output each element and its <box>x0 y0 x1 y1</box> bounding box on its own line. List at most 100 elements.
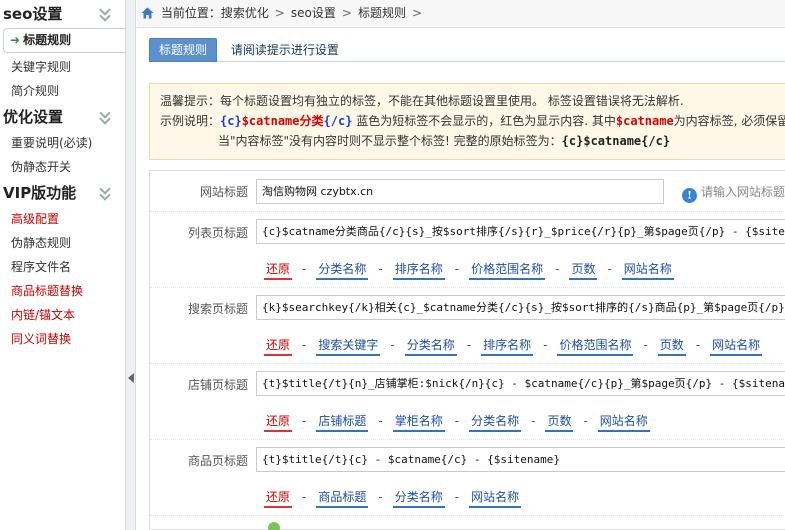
notice-tag-content: $catname分类 <box>241 114 324 128</box>
site-title-label: 网站标题 <box>199 185 248 199</box>
breadcrumb-separator: > <box>274 6 285 20</box>
search-restore-link[interactable]: 还原 <box>264 338 293 356</box>
list-title-label: 列表页标题 <box>187 226 248 240</box>
item-title-label: 商品页标题 <box>187 454 248 468</box>
sidebar-item-rewrite-switch[interactable]: 伪静态开关 <box>0 155 125 179</box>
item-tag-site-name[interactable]: 网站名称 <box>469 490 522 508</box>
sidebar-item-synonym-replace[interactable]: 同义词替换 <box>0 327 125 351</box>
list-tag-sort-name[interactable]: 排序名称 <box>392 262 445 280</box>
shop-title-label: 店铺页标题 <box>187 378 248 392</box>
shop-tag-shop-title[interactable]: 店铺标题 <box>316 414 369 432</box>
shop-tag-site-name[interactable]: 网站名称 <box>597 414 650 432</box>
list-title-tag-links: 还原 - 分类名称 - 排序名称 - 价格范围名称 - 页数 - 网站名称 <box>264 262 674 280</box>
shop-tag-page[interactable]: 页数 <box>545 414 574 432</box>
shop-tag-category-name[interactable]: 分类名称 <box>469 414 522 432</box>
sidebar-splitter[interactable] <box>126 0 136 530</box>
site-title-hint-text: 请输入网站标题 <box>701 185 785 199</box>
search-tag-page[interactable]: 页数 <box>657 338 686 356</box>
bottom-row-partial <box>268 522 418 530</box>
sidebar-section-title: 优化设置 <box>3 108 64 126</box>
search-title-label: 搜索页标题 <box>187 302 248 316</box>
title-rules-form: 网站标题 淘信购物网 czybtx.cn ! 请输入网站标题 列表页标题 {c}$… <box>149 170 785 530</box>
row-item-title: 商品页标题 {t}$title{/t}{c} - $catname{/c} - … <box>150 439 785 515</box>
breadcrumb-search-optimize[interactable]: 搜索优化 <box>221 6 269 20</box>
row-search-title: 搜索页标题 {k}$searchkey{/k}相关{c}_$catname分类{… <box>150 287 785 363</box>
notice-explain-suffix: 为内容标签, 必须保留 <box>673 114 785 128</box>
check-icon <box>268 522 280 530</box>
sidebar-item-label: 标题规则 <box>23 33 72 47</box>
sidebar-item-title-replace[interactable]: 商品标题替换 <box>0 279 125 303</box>
search-tag-price-range[interactable]: 价格范围名称 <box>557 338 634 356</box>
separator: - <box>302 262 307 276</box>
tab-hint-text: 请阅读提示进行设置 <box>230 43 339 57</box>
list-tag-page[interactable]: 页数 <box>569 262 598 280</box>
item-restore-link[interactable]: 还原 <box>264 490 293 508</box>
notice-line-2: 示例说明：{c}$catname分类{/c} 蓝色为短标签不会显示的，红色为显示… <box>160 111 785 131</box>
separator: - <box>302 338 307 352</box>
item-tag-category-name[interactable]: 分类名称 <box>392 490 445 508</box>
separator: - <box>378 414 383 428</box>
shop-title-input[interactable]: {t}$title{/t}{n}_店铺掌柜:$nick{/n}{c} - $ca… <box>256 371 785 396</box>
shop-title-tag-links: 还原 - 店铺标题 - 掌柜名称 - 分类名称 - 页数 - 网站名称 <box>264 414 650 432</box>
chevron-collapse-icon[interactable] <box>99 107 113 125</box>
chevron-collapse-icon[interactable] <box>99 4 113 22</box>
sidebar-item-rewrite-rules[interactable]: 伪静态规则 <box>0 231 125 255</box>
notice-box: 温馨提示：每个标题设置均有独立的标签，不能在其他标题设置里使用。 标签设置错误将… <box>149 83 785 160</box>
breadcrumb-seo-settings[interactable]: seo设置 <box>291 6 336 20</box>
tab-title-rules[interactable]: 标题规则 <box>149 38 218 62</box>
sidebar-section-vip[interactable]: VIP版功能 <box>0 179 125 207</box>
list-restore-link[interactable]: 还原 <box>264 262 293 280</box>
breadcrumb: 当前位置：搜索优化 > seo设置 > 标题规则 > <box>137 0 785 28</box>
sidebar-section-seo[interactable]: seo设置 <box>0 0 125 28</box>
separator: - <box>454 414 460 428</box>
sidebar: seo设置 ➜ 标题规则 关键字规则 简介规则 优化设置 重要说明(必读) 伪静态… <box>0 0 126 530</box>
separator: - <box>531 414 536 428</box>
notice-line-3: 当"内容标签"没有内容时则不显示整个标签! 完整的原始标签为：{c}$catna… <box>160 131 785 151</box>
item-tag-item-title[interactable]: 商品标题 <box>316 490 369 508</box>
main-content: 当前位置：搜索优化 > seo设置 > 标题规则 > 标题规则 请阅读提示进行设置 温馨提… <box>137 0 785 530</box>
list-title-input[interactable]: {c}$catname分类商品{/c}{s}_按$sort排序{/s}{r}_$… <box>256 219 785 244</box>
search-tag-sort-name[interactable]: 排序名称 <box>481 338 534 356</box>
info-icon: ! <box>682 188 697 203</box>
separator: - <box>543 338 548 352</box>
shop-restore-link[interactable]: 还原 <box>264 414 293 432</box>
sidebar-item-title-rules[interactable]: ➜ 标题规则 <box>3 28 125 53</box>
sidebar-item-desc-rules[interactable]: 简介规则 <box>0 79 125 103</box>
separator: - <box>454 490 460 504</box>
notice-tag-open: {c} <box>220 114 242 128</box>
row-site-title: 网站标题 淘信购物网 czybtx.cn ! 请输入网站标题 <box>150 171 785 211</box>
separator: - <box>378 490 383 504</box>
sidebar-section-optimize[interactable]: 优化设置 <box>0 103 125 131</box>
separator: - <box>378 262 383 276</box>
breadcrumb-separator: > <box>411 6 423 20</box>
notice-tag-close: {/c} <box>323 114 353 128</box>
sidebar-item-advanced-config[interactable]: 高级配置 <box>0 207 125 231</box>
list-tag-price-range[interactable]: 价格范围名称 <box>469 262 546 280</box>
row-list-title: 列表页标题 {c}$catname分类商品{/c}{s}_按$sort排序{/s… <box>150 211 785 287</box>
site-title-input[interactable]: 淘信购物网 czybtx.cn <box>256 179 664 204</box>
sidebar-item-program-filename[interactable]: 程序文件名 <box>0 255 125 279</box>
search-tag-category-name[interactable]: 分类名称 <box>404 338 457 356</box>
search-tag-site-name[interactable]: 网站名称 <box>710 338 763 356</box>
breadcrumb-prefix: 当前位置： <box>160 6 221 20</box>
item-title-input[interactable]: {t}$title{/t}{c} - $catname{/c} - {$site… <box>256 447 785 472</box>
list-tag-category-name[interactable]: 分类名称 <box>316 262 369 280</box>
chevron-collapse-icon[interactable] <box>99 183 113 201</box>
search-tag-keyword[interactable]: 搜索关键字 <box>316 338 381 356</box>
collapse-left-icon[interactable] <box>128 373 134 383</box>
separator: - <box>454 262 460 276</box>
separator: - <box>302 414 307 428</box>
notice-example-label: 示例说明： <box>160 114 221 128</box>
row-shop-title: 店铺页标题 {t}$title{/t}{n}_店铺掌柜:$nick{/n}{c}… <box>150 363 785 439</box>
breadcrumb-title-rules[interactable]: 标题规则 <box>358 6 406 20</box>
sidebar-item-important-notes[interactable]: 重要说明(必读) <box>0 131 125 155</box>
sidebar-item-keyword-rules[interactable]: 关键字规则 <box>0 55 125 79</box>
search-title-input[interactable]: {k}$searchkey{/k}相关{c}_$catname分类{/c}{s}… <box>256 295 785 320</box>
home-icon[interactable] <box>141 7 154 19</box>
arrow-right-icon: ➜ <box>10 33 21 47</box>
sidebar-item-anchor-text[interactable]: 内链/锚文本 <box>0 303 125 327</box>
list-tag-site-name[interactable]: 网站名称 <box>621 262 674 280</box>
shop-tag-owner-name[interactable]: 掌柜名称 <box>392 414 445 432</box>
separator: - <box>302 490 307 504</box>
separator: - <box>607 262 612 276</box>
